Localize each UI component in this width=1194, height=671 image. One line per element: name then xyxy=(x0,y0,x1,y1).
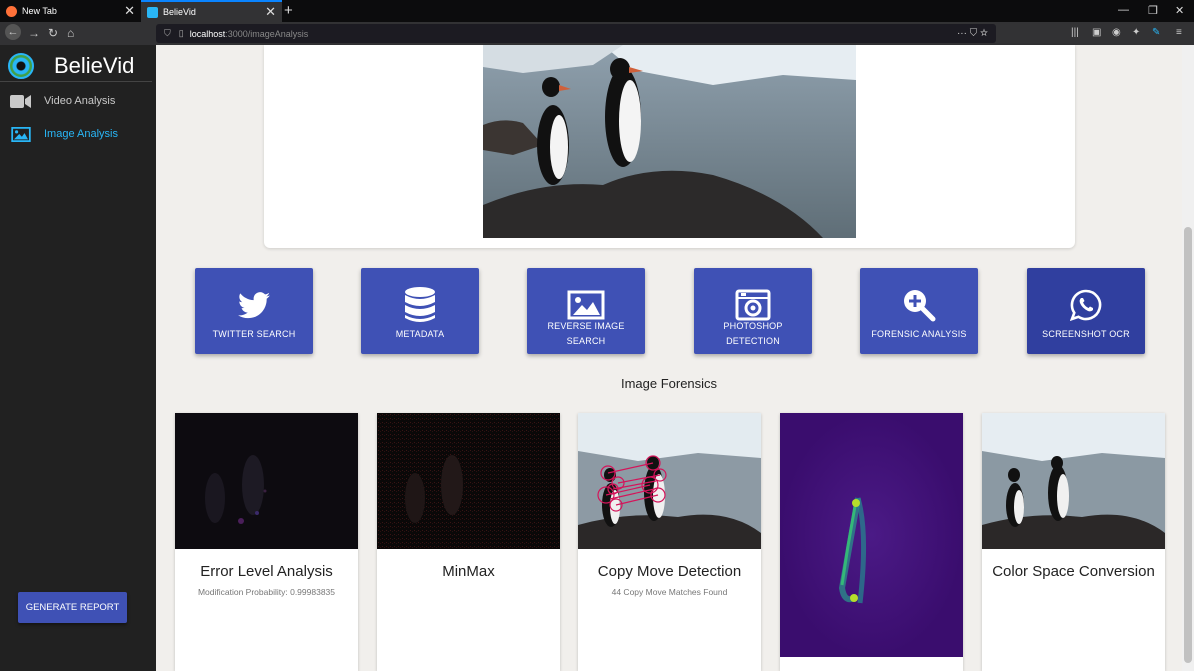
close-icon[interactable]: ✕ xyxy=(265,4,276,20)
sidebar-toggle-icon[interactable]: ▣ xyxy=(1092,27,1101,38)
sidebar: BelieVid Video Analysis Image Analysis G… xyxy=(0,45,156,671)
url-bar[interactable]: ⛉ ▯ localhost:3000/imageAnalysis ··· ⛉ ☆ xyxy=(156,24,996,43)
account-icon[interactable]: ◉ xyxy=(1112,27,1121,38)
forensic-card-copy-move[interactable]: Copy Move Detection 44 Copy Move Matches… xyxy=(578,413,761,671)
ela-image xyxy=(175,413,358,549)
tab-label: New Tab xyxy=(22,6,57,16)
tab-believid[interactable]: BelieVid ✕ xyxy=(141,0,282,22)
action-label: METADATA xyxy=(395,329,445,339)
action-label: REVERSE IMAGE SEARCH xyxy=(547,321,625,346)
believid-favicon-icon xyxy=(147,6,158,18)
forensic-card-minmax[interactable]: MinMax xyxy=(377,413,560,671)
believid-logo-icon xyxy=(8,53,34,79)
color-space-image xyxy=(982,413,1165,549)
close-icon[interactable]: ✕ xyxy=(124,3,135,19)
card-title: MinMax xyxy=(442,563,495,580)
screenshot-ocr-button[interactable]: SCREENSHOT OCR xyxy=(1027,268,1145,354)
url-host: localhost xyxy=(189,28,226,39)
action-label: FORENSIC ANALYSIS xyxy=(871,329,967,339)
back-icon[interactable]: ← xyxy=(5,24,21,40)
pen-icon[interactable]: ✎ xyxy=(1152,27,1160,38)
twitter-icon xyxy=(238,288,270,322)
zoom-in-icon xyxy=(902,288,936,322)
card-subtitle: 44 Copy Move Matches Found xyxy=(611,587,728,597)
sidebar-item-image-analysis[interactable]: Image Analysis xyxy=(10,124,118,144)
sidebar-item-label: Image Analysis xyxy=(44,128,118,140)
generate-report-button[interactable]: GENERATE REPORT xyxy=(18,592,127,623)
action-label: TWITTER SEARCH xyxy=(212,329,296,339)
browser-nav-bar: ← → ↻ ⌂ ⛉ ▯ localhost:3000/imageAnalysis… xyxy=(0,22,1194,45)
page-scrollbar[interactable] xyxy=(1182,45,1194,671)
reverse-image-search-button[interactable]: REVERSE IMAGE SEARCH xyxy=(527,268,645,354)
video-camera-icon xyxy=(10,94,31,108)
forensic-card-heatmap[interactable] xyxy=(780,413,963,671)
home-icon[interactable]: ⌂ xyxy=(67,26,74,40)
firefox-icon xyxy=(6,5,17,17)
scrollbar-thumb[interactable] xyxy=(1184,227,1192,663)
copy-move-image xyxy=(578,413,761,549)
tab-new-tab[interactable]: New Tab ✕ xyxy=(0,0,141,22)
card-title: Color Space Conversion xyxy=(992,563,1155,580)
brand: BelieVid xyxy=(8,51,134,81)
menu-icon[interactable]: ≡ xyxy=(1176,27,1182,38)
forensic-analysis-button[interactable]: FORENSIC ANALYSIS xyxy=(860,268,978,354)
forward-icon[interactable]: → xyxy=(28,26,40,40)
sidebar-item-label: Video Analysis xyxy=(44,95,116,107)
metadata-button[interactable]: METADATA xyxy=(361,268,479,354)
library-icon[interactable]: ||| xyxy=(1071,27,1079,38)
camera-icon xyxy=(735,288,771,322)
url-path: :3000/imageAnalysis xyxy=(225,28,309,39)
shield-icon: ⛉ xyxy=(164,28,171,38)
extension-icon[interactable]: ✦ xyxy=(1132,27,1140,38)
card-title: Copy Move Detection xyxy=(597,563,742,580)
uploaded-image xyxy=(483,45,856,238)
card-title: Error Level Analysis xyxy=(200,563,333,580)
heatmap-image xyxy=(780,413,963,657)
new-tab-icon[interactable]: + xyxy=(284,2,293,19)
image-forensics-title: Image Forensics xyxy=(620,376,718,391)
database-icon xyxy=(404,287,436,322)
sidebar-item-video-analysis[interactable]: Video Analysis xyxy=(10,91,115,111)
page-actions-icons[interactable]: ··· ⛉ ☆ xyxy=(957,28,988,39)
minimize-icon[interactable]: — xyxy=(1118,4,1129,16)
reload-icon[interactable]: ↻ xyxy=(48,26,58,40)
minmax-image xyxy=(377,413,560,549)
browser-tab-bar: New Tab ✕ BelieVid ✕ + — ❐ ✕ xyxy=(0,0,1194,22)
action-label: SCREENSHOT OCR xyxy=(1042,329,1130,339)
forensic-card-color-space[interactable]: Color Space Conversion xyxy=(982,413,1165,671)
whatsapp-icon xyxy=(1070,288,1102,322)
window-close-icon[interactable]: ✕ xyxy=(1175,4,1184,17)
maximize-icon[interactable]: ❐ xyxy=(1148,4,1158,17)
page-icon: ▯ xyxy=(178,28,184,38)
sidebar-divider xyxy=(0,81,152,82)
brand-name: BelieVid xyxy=(54,53,135,78)
image-icon xyxy=(567,288,605,322)
forensic-card-ela[interactable]: Error Level Analysis Modification Probab… xyxy=(175,413,358,671)
card-subtitle: Modification Probability: 0.99983835 xyxy=(197,587,336,597)
twitter-search-button[interactable]: TWITTER SEARCH xyxy=(195,268,313,354)
tab-label: BelieVid xyxy=(163,7,196,17)
photoshop-detection-button[interactable]: PHOTOSHOP DETECTION xyxy=(694,268,812,354)
image-icon xyxy=(11,126,31,142)
action-label: PHOTOSHOP DETECTION xyxy=(723,321,783,346)
